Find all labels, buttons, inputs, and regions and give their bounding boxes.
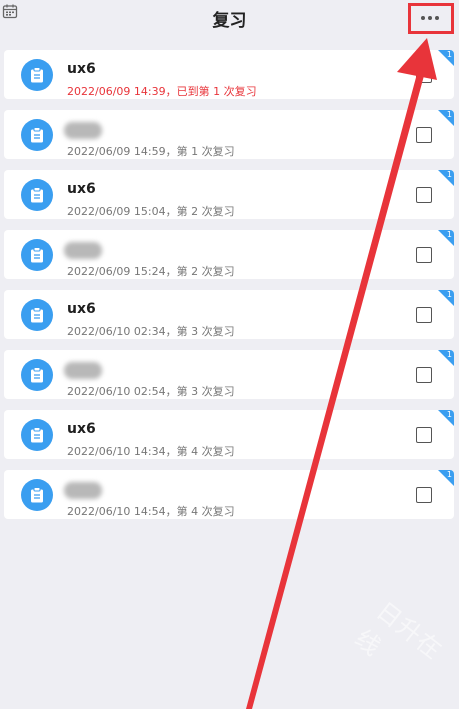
clipboard-icon	[21, 359, 53, 391]
item-title-redacted	[64, 242, 102, 259]
item-title: ux6	[67, 61, 96, 77]
item-title: ux6	[67, 301, 96, 317]
list-item[interactable]: 2022/06/10 14:54，第 4 次复习 1	[4, 470, 454, 519]
item-schedule: 2022/06/09 14:59，第 1 次复习	[67, 145, 235, 158]
clipboard-icon	[21, 299, 53, 331]
item-schedule: 2022/06/10 02:54，第 3 次复习	[67, 385, 235, 398]
list-item[interactable]: 2022/06/10 02:54，第 3 次复习 1	[4, 350, 454, 399]
item-checkbox[interactable]	[416, 67, 432, 83]
item-title-redacted	[64, 122, 102, 139]
corner-badge-label: 1	[446, 350, 452, 359]
clipboard-icon	[21, 239, 53, 271]
corner-badge-label: 1	[446, 410, 452, 419]
item-schedule: 2022/06/09 15:24，第 2 次复习	[67, 265, 235, 278]
more-button-highlight[interactable]	[408, 3, 454, 34]
item-checkbox[interactable]	[416, 187, 432, 203]
item-title: ux6	[67, 421, 96, 437]
item-title-redacted	[64, 482, 102, 499]
watermark-text: 日升在线	[349, 596, 448, 665]
clipboard-icon	[21, 59, 53, 91]
item-title: ux6	[67, 181, 96, 197]
item-schedule: 2022/06/10 02:34，第 3 次复习	[67, 325, 235, 338]
item-schedule: 2022/06/10 14:34，第 4 次复习	[67, 445, 235, 458]
item-schedule: 2022/06/10 14:54，第 4 次复习	[67, 505, 235, 518]
list-item[interactable]: ux6 2022/06/10 14:34，第 4 次复习 1	[4, 410, 454, 459]
list-item[interactable]: 2022/06/09 14:59，第 1 次复习 1	[4, 110, 454, 159]
corner-badge-label: 1	[446, 170, 452, 179]
corner-badge-label: 1	[446, 110, 452, 119]
list-item[interactable]: ux6 2022/06/10 02:34，第 3 次复习 1	[4, 290, 454, 339]
item-schedule: 2022/06/09 15:04，第 2 次复习	[67, 205, 235, 218]
more-icon[interactable]	[421, 16, 439, 20]
corner-badge-label: 1	[446, 230, 452, 239]
item-checkbox[interactable]	[416, 307, 432, 323]
item-schedule: 2022/06/09 14:39，已到第 1 次复习	[67, 85, 257, 98]
list-item[interactable]: 2022/06/09 15:24，第 2 次复习 1	[4, 230, 454, 279]
item-checkbox[interactable]	[416, 127, 432, 143]
page-title: 复习	[212, 11, 247, 31]
item-checkbox[interactable]	[416, 247, 432, 263]
item-checkbox[interactable]	[416, 427, 432, 443]
top-bar: 复习	[0, 0, 459, 40]
corner-badge-label: 1	[446, 50, 452, 59]
clipboard-icon	[21, 419, 53, 451]
corner-badge-label: 1	[446, 470, 452, 479]
item-title-redacted	[64, 362, 102, 379]
clipboard-icon	[21, 479, 53, 511]
item-checkbox[interactable]	[416, 487, 432, 503]
item-checkbox[interactable]	[416, 367, 432, 383]
list-item[interactable]: ux6 2022/06/09 15:04，第 2 次复习 1	[4, 170, 454, 219]
list-item[interactable]: ux6 2022/06/09 14:39，已到第 1 次复习 1	[4, 50, 454, 99]
clipboard-icon	[21, 179, 53, 211]
corner-badge-label: 1	[446, 290, 452, 299]
clipboard-icon	[21, 119, 53, 151]
